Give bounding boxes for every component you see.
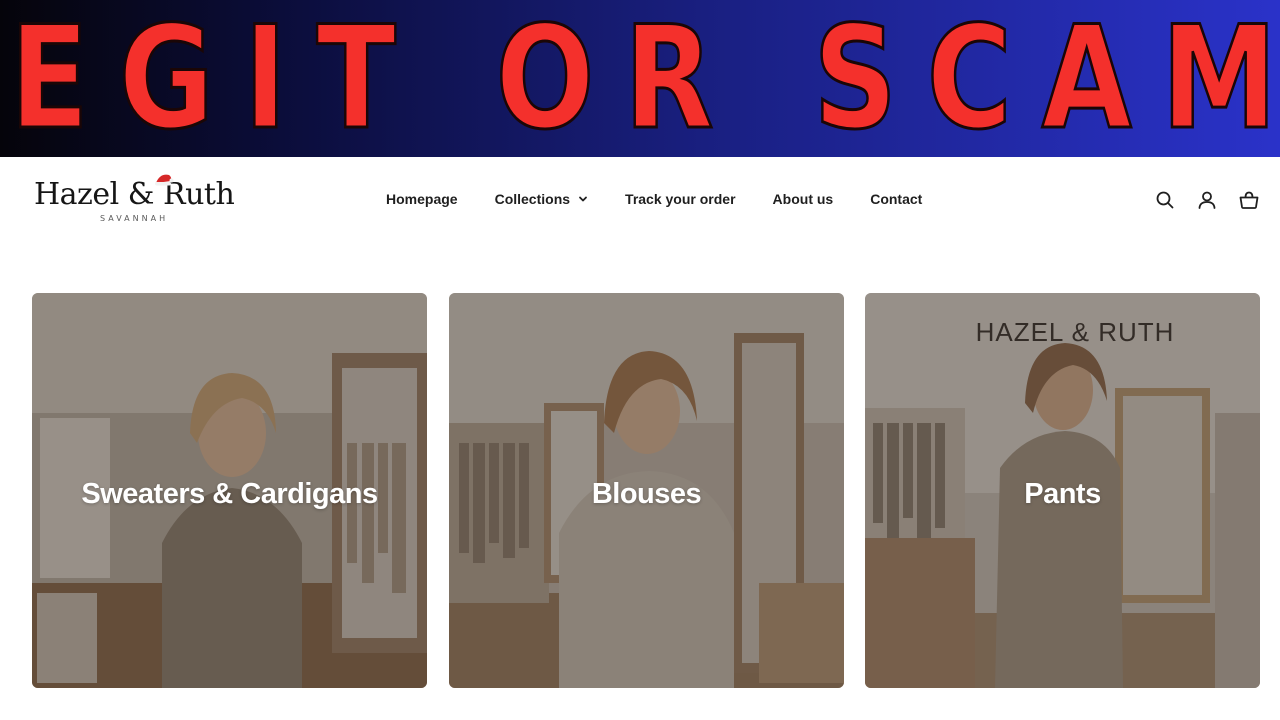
logo-text: Hazel & Ruth (34, 177, 235, 212)
main-nav: Homepage Collections Track your order Ab… (386, 191, 922, 207)
santa-hat-icon (155, 174, 174, 186)
search-icon[interactable] (1154, 189, 1176, 211)
logo-subtext: SAVANNAH (100, 214, 169, 223)
header-actions (1154, 189, 1260, 211)
collection-label: Sweaters & Cardigans (81, 478, 378, 510)
collection-label: Pants (1024, 478, 1101, 510)
nav-collections[interactable]: Collections (495, 191, 588, 207)
nav-homepage[interactable]: Homepage (386, 191, 458, 207)
chevron-down-icon (579, 196, 587, 202)
banner-title: LEGIT OR SCAM? (0, 0, 1280, 157)
cart-icon[interactable] (1238, 189, 1260, 211)
nav-homepage-label: Homepage (386, 191, 458, 207)
collection-card-sweaters[interactable]: Sweaters & Cardigans (32, 293, 427, 688)
logo[interactable]: Hazel & Ruth SAVANNAH (34, 174, 244, 229)
collection-card-blouses[interactable]: Blouses (449, 293, 844, 688)
nav-about-us[interactable]: About us (773, 191, 834, 207)
nav-track-order[interactable]: Track your order (625, 191, 736, 207)
nav-contact-label: Contact (870, 191, 923, 207)
nav-collections-label: Collections (494, 191, 571, 207)
collection-card-pants[interactable]: HAZEL & RUTH Pants (865, 293, 1260, 688)
nav-track-order-label: Track your order (625, 191, 736, 207)
nav-about-us-label: About us (772, 191, 834, 207)
nav-contact[interactable]: Contact (870, 191, 922, 207)
collection-label: Blouses (591, 478, 702, 510)
title-banner: LEGIT OR SCAM? (0, 0, 1280, 157)
site-header: Hazel & Ruth SAVANNAH Homepage Collectio… (0, 157, 1280, 245)
account-icon[interactable] (1196, 189, 1218, 211)
